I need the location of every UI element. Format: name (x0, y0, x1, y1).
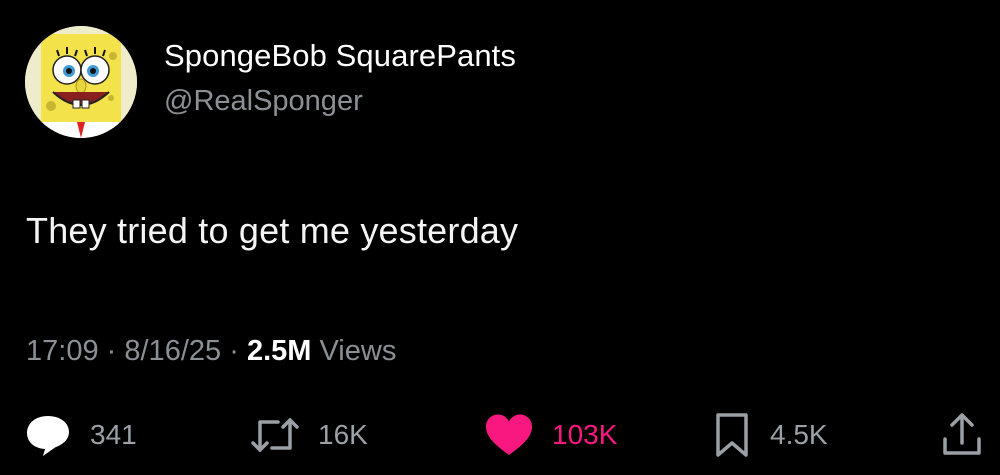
reply-count: 341 (90, 419, 137, 450)
repost-icon (251, 418, 299, 452)
views-label: Views (319, 335, 397, 367)
like-count: 103K (552, 419, 618, 450)
meta-separator: · (229, 335, 239, 367)
repost-count: 16K (318, 419, 368, 450)
bookmark-count: 4.5K (770, 419, 828, 450)
spongebob-avatar-icon (25, 26, 137, 138)
tweet-date[interactable]: 8/16/25 (124, 335, 221, 367)
tweet-text: They tried to get me yesterday (26, 210, 519, 251)
avatar[interactable] (25, 26, 137, 138)
tweet-time[interactable]: 17:09 (26, 335, 99, 367)
share-button[interactable] (940, 410, 984, 460)
display-name[interactable]: SpongeBob SquarePants (164, 38, 516, 74)
share-icon (943, 413, 981, 455)
repost-button[interactable]: 16K (250, 410, 368, 460)
meta-separator: · (106, 335, 117, 367)
bookmark-icon (716, 413, 748, 457)
action-bar: 341 16K 103K 4.5K (0, 410, 1000, 460)
tweet-meta: 17:09 · 8/16/25 · 2.5M Views (26, 335, 396, 368)
reply-icon (27, 416, 69, 456)
like-button[interactable]: 103K (484, 410, 617, 460)
bookmark-button[interactable]: 4.5K (712, 410, 828, 460)
views-count[interactable]: 2.5M (247, 335, 311, 367)
heart-icon (486, 414, 532, 455)
tweet-card: SpongeBob SquarePants @RealSponger They … (0, 0, 1000, 475)
reply-button[interactable]: 341 (24, 410, 137, 460)
user-handle[interactable]: @RealSponger (164, 85, 363, 118)
